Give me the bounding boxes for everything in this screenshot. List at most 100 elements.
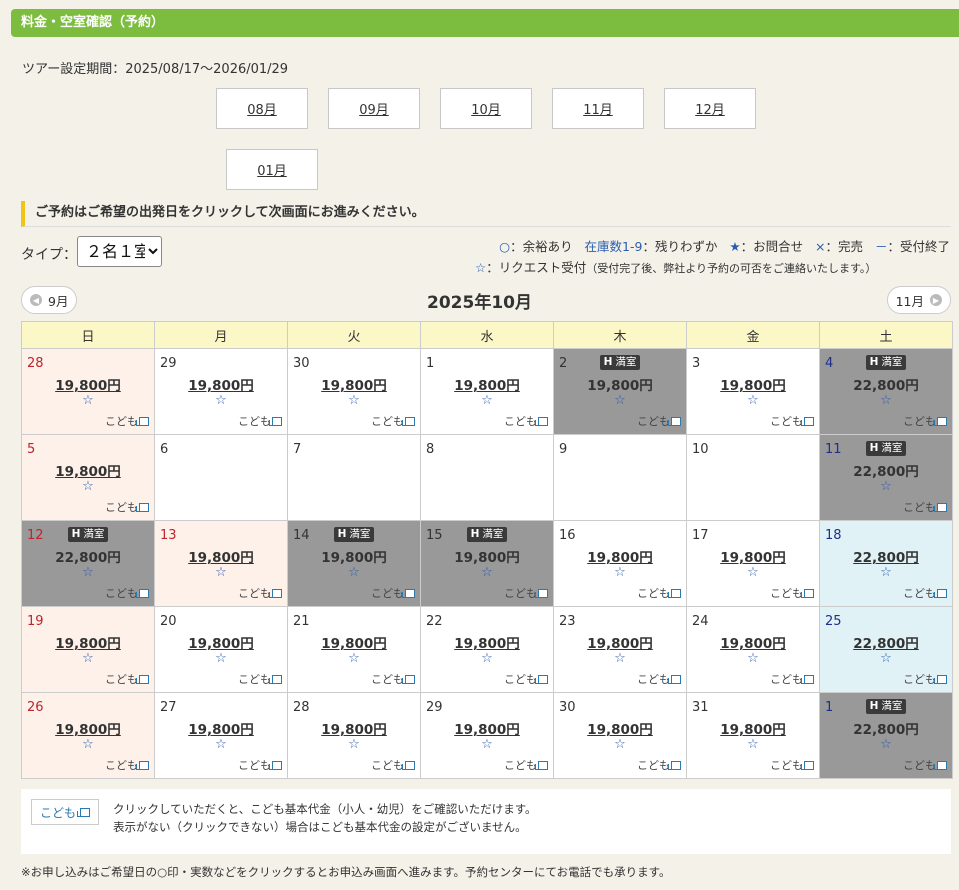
- price-link[interactable]: 19,800円: [687, 374, 819, 394]
- price-link[interactable]: 19,800円: [687, 718, 819, 738]
- calendar-day-cell[interactable]: 19 19,800円 ☆ こども: [21, 606, 155, 693]
- kids-price-link[interactable]: こども: [238, 413, 282, 429]
- month-button-11[interactable]: 11月: [552, 88, 644, 129]
- request-star-icon[interactable]: ☆: [820, 393, 952, 408]
- price-link[interactable]: 19,800円: [288, 374, 420, 394]
- kids-price-link[interactable]: こども: [770, 671, 814, 687]
- price-link[interactable]: 19,800円: [22, 374, 154, 394]
- kids-info-button[interactable]: こども: [31, 799, 99, 825]
- calendar-day-cell[interactable]: 4 H 満室 22,800円 ☆ こども: [819, 348, 953, 435]
- kids-price-link[interactable]: こども: [238, 757, 282, 773]
- kids-price-link[interactable]: こども: [637, 671, 681, 687]
- request-star-icon[interactable]: ☆: [421, 393, 553, 408]
- calendar-day-cell[interactable]: 27 19,800円 ☆ こども: [154, 692, 288, 779]
- price-link[interactable]: 22,800円: [820, 546, 952, 566]
- kids-price-link[interactable]: こども: [105, 585, 149, 601]
- request-star-icon[interactable]: ☆: [288, 565, 420, 580]
- calendar-day-cell[interactable]: 22 19,800円 ☆ こども: [420, 606, 554, 693]
- kids-price-link[interactable]: こども: [504, 757, 548, 773]
- kids-price-link[interactable]: こども: [903, 585, 947, 601]
- price-link[interactable]: 19,800円: [155, 632, 287, 652]
- kids-price-link[interactable]: こども: [238, 671, 282, 687]
- request-star-icon[interactable]: ☆: [22, 565, 154, 580]
- kids-price-link[interactable]: こども: [371, 671, 415, 687]
- calendar-day-cell[interactable]: 23 19,800円 ☆ こども: [553, 606, 687, 693]
- kids-price-link[interactable]: こども: [371, 757, 415, 773]
- price-link[interactable]: 19,800円: [22, 460, 154, 480]
- kids-price-link[interactable]: こども: [504, 671, 548, 687]
- calendar-day-cell[interactable]: 17 19,800円 ☆ こども: [686, 520, 820, 607]
- kids-price-link[interactable]: こども: [770, 757, 814, 773]
- request-star-icon[interactable]: ☆: [421, 737, 553, 752]
- request-star-icon[interactable]: ☆: [288, 737, 420, 752]
- request-star-icon[interactable]: ☆: [421, 651, 553, 666]
- next-month-button[interactable]: 11月 ▶: [886, 286, 951, 314]
- request-star-icon[interactable]: ☆: [820, 565, 952, 580]
- request-star-icon[interactable]: ☆: [687, 393, 819, 408]
- calendar-day-cell[interactable]: 15 H 満室 19,800円 ☆ こども: [420, 520, 554, 607]
- calendar-day-cell[interactable]: 2 H 満室 19,800円 ☆ こども: [553, 348, 687, 435]
- price-link[interactable]: 19,800円: [554, 632, 686, 652]
- price-link[interactable]: 22,800円: [820, 632, 952, 652]
- price-link[interactable]: 19,800円: [421, 632, 553, 652]
- kids-price-link[interactable]: こども: [105, 499, 149, 515]
- calendar-day-cell[interactable]: 31 19,800円 ☆ こども: [686, 692, 820, 779]
- request-star-icon[interactable]: ☆: [22, 737, 154, 752]
- request-star-icon[interactable]: ☆: [554, 393, 686, 408]
- calendar-day-cell[interactable]: 1 19,800円 ☆ こども: [420, 348, 554, 435]
- request-star-icon[interactable]: ☆: [554, 651, 686, 666]
- month-button-09[interactable]: 09月: [328, 88, 420, 129]
- price-link[interactable]: 19,800円: [554, 718, 686, 738]
- request-star-icon[interactable]: ☆: [820, 737, 952, 752]
- kids-price-link[interactable]: こども: [637, 585, 681, 601]
- request-star-icon[interactable]: ☆: [22, 479, 154, 494]
- kids-price-link[interactable]: こども: [770, 413, 814, 429]
- calendar-day-cell[interactable]: 14 H 満室 19,800円 ☆ こども: [287, 520, 421, 607]
- calendar-day-cell[interactable]: 12 H 満室 22,800円 ☆ こども: [21, 520, 155, 607]
- kids-price-link[interactable]: こども: [903, 757, 947, 773]
- price-link[interactable]: 19,800円: [288, 718, 420, 738]
- kids-price-link[interactable]: こども: [637, 413, 681, 429]
- kids-price-link[interactable]: こども: [105, 757, 149, 773]
- calendar-day-cell[interactable]: 3 19,800円 ☆ こども: [686, 348, 820, 435]
- price-link[interactable]: 19,800円: [22, 632, 154, 652]
- price-link[interactable]: 19,800円: [421, 718, 553, 738]
- calendar-day-cell[interactable]: 28 19,800円 ☆ こども: [21, 348, 155, 435]
- price-link[interactable]: 19,800円: [687, 546, 819, 566]
- request-star-icon[interactable]: ☆: [554, 737, 686, 752]
- kids-price-link[interactable]: こども: [637, 757, 681, 773]
- price-link[interactable]: 19,800円: [155, 718, 287, 738]
- request-star-icon[interactable]: ☆: [421, 565, 553, 580]
- request-star-icon[interactable]: ☆: [155, 737, 287, 752]
- calendar-day-cell[interactable]: 26 19,800円 ☆ こども: [21, 692, 155, 779]
- kids-price-link[interactable]: こども: [105, 413, 149, 429]
- request-star-icon[interactable]: ☆: [288, 651, 420, 666]
- kids-price-link[interactable]: こども: [371, 585, 415, 601]
- price-link[interactable]: 19,800円: [22, 718, 154, 738]
- price-link[interactable]: 19,800円: [421, 374, 553, 394]
- kids-price-link[interactable]: こども: [903, 413, 947, 429]
- calendar-day-cell[interactable]: 16 19,800円 ☆ こども: [553, 520, 687, 607]
- request-star-icon[interactable]: ☆: [22, 393, 154, 408]
- request-star-icon[interactable]: ☆: [155, 565, 287, 580]
- kids-price-link[interactable]: こども: [105, 671, 149, 687]
- kids-price-link[interactable]: こども: [770, 585, 814, 601]
- price-link[interactable]: 19,800円: [288, 632, 420, 652]
- calendar-day-cell[interactable]: 29 19,800円 ☆ こども: [154, 348, 288, 435]
- month-button-10[interactable]: 10月: [440, 88, 532, 129]
- month-button-08[interactable]: 08月: [216, 88, 308, 129]
- calendar-day-cell[interactable]: 21 19,800円 ☆ こども: [287, 606, 421, 693]
- request-star-icon[interactable]: ☆: [155, 651, 287, 666]
- price-link[interactable]: 19,800円: [554, 546, 686, 566]
- room-type-select[interactable]: ２名１室: [77, 236, 162, 267]
- calendar-day-cell[interactable]: 5 19,800円 ☆ こども: [21, 434, 155, 521]
- request-star-icon[interactable]: ☆: [820, 651, 952, 666]
- price-link[interactable]: 19,800円: [155, 546, 287, 566]
- calendar-day-cell[interactable]: 24 19,800円 ☆ こども: [686, 606, 820, 693]
- calendar-day-cell[interactable]: 25 22,800円 ☆ こども: [819, 606, 953, 693]
- request-star-icon[interactable]: ☆: [288, 393, 420, 408]
- request-star-icon[interactable]: ☆: [155, 393, 287, 408]
- month-button-12[interactable]: 12月: [664, 88, 756, 129]
- kids-price-link[interactable]: こども: [371, 413, 415, 429]
- kids-price-link[interactable]: こども: [238, 585, 282, 601]
